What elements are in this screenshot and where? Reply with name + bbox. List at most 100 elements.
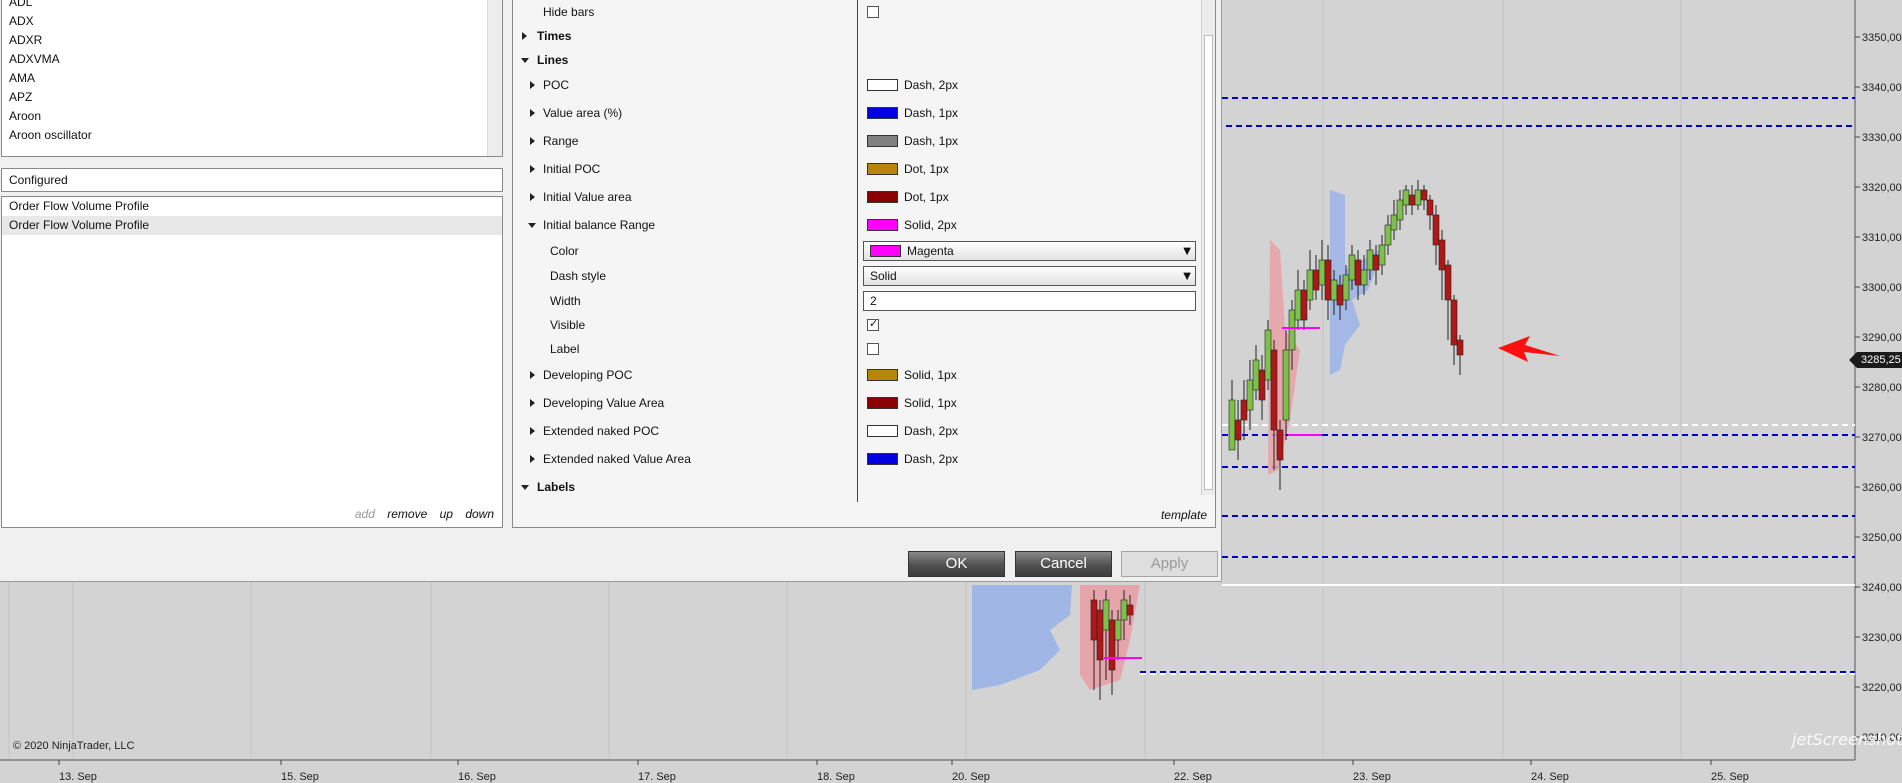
candle-body	[1450, 299, 1458, 346]
prop-row-line[interactable]: Developing POC Solid, 1px	[513, 364, 1203, 386]
expand-arrow-icon[interactable]	[530, 165, 535, 173]
prop-label: Extended naked POC	[543, 424, 660, 438]
prop-category-times[interactable]: Times	[513, 25, 1203, 47]
available-indicators-list[interactable]: ADL ADX ADXR ADXVMA AMA APZ Aroon Aroon …	[1, 0, 503, 157]
cancel-button[interactable]: Cancel	[1015, 551, 1112, 577]
expand-arrow-icon[interactable]	[530, 137, 535, 145]
line-style-value[interactable]: Dash, 2px	[867, 451, 958, 467]
list-item[interactable]: Order Flow Volume Profile	[2, 197, 502, 216]
prop-row-line[interactable]: Initial POC Dot, 1px	[513, 158, 1203, 180]
y-tick-label: 3220,00	[1862, 682, 1902, 694]
properties-scrollbar[interactable]	[1201, 0, 1215, 495]
list-item[interactable]: AMA	[2, 69, 502, 88]
scrollbar-thumb[interactable]	[1204, 35, 1213, 490]
line-style-value[interactable]: Dash, 1px	[867, 133, 958, 149]
expand-arrow-icon[interactable]	[530, 193, 535, 201]
line-style-text: Solid, 1px	[904, 396, 957, 410]
candle-body	[1372, 254, 1380, 271]
prop-row-line[interactable]: Initial balance Range Solid, 2px	[513, 214, 1203, 236]
indicator-list-scrollbar[interactable]	[487, 0, 502, 156]
x-tick-label: 25. Sep	[1711, 771, 1749, 783]
prop-row-line[interactable]: Range Dash, 1px	[513, 130, 1203, 152]
width-input[interactable]: 2	[863, 291, 1196, 311]
list-item-selected[interactable]: Order Flow Volume Profile	[2, 216, 502, 235]
collapse-arrow-icon[interactable]	[521, 58, 529, 63]
category-label: Lines	[537, 53, 569, 67]
color-select[interactable]: Magenta ▼	[863, 241, 1196, 261]
prop-row-line[interactable]: Extended naked Value Area Dash, 2px	[513, 448, 1203, 470]
template-link[interactable]: template	[1161, 508, 1207, 522]
candle-body	[1414, 189, 1422, 206]
candle-body	[1096, 609, 1104, 661]
prop-row-ib-dash[interactable]: Dash style Solid ▼	[513, 265, 1203, 287]
candle-body	[1318, 259, 1326, 286]
apply-button[interactable]: Apply	[1121, 551, 1218, 577]
candle-body	[1378, 244, 1386, 266]
ok-button[interactable]: OK	[908, 551, 1005, 577]
dash-style-select[interactable]: Solid ▼	[863, 266, 1196, 286]
list-item[interactable]: ADX	[2, 12, 502, 31]
volume-profile	[972, 585, 1072, 690]
list-item[interactable]: ADXVMA	[2, 50, 502, 69]
down-link[interactable]: down	[465, 507, 494, 521]
x-tick-label: 20. Sep	[952, 771, 990, 783]
prop-row-ib-color[interactable]: Color Magenta ▼	[513, 240, 1203, 262]
line-style-value[interactable]: Dash, 2px	[867, 77, 958, 93]
list-item[interactable]: Aroon oscillator	[2, 126, 502, 145]
hide-bars-checkbox[interactable]	[867, 6, 879, 18]
prop-row-hide-bars[interactable]: Hide bars	[513, 1, 1203, 23]
candle-body	[1444, 264, 1452, 301]
add-link[interactable]: add	[355, 507, 375, 521]
prop-row-line[interactable]: POC Dash, 2px	[513, 74, 1203, 96]
line-style-value[interactable]: Dot, 1px	[867, 161, 949, 177]
expand-arrow-icon[interactable]	[530, 399, 535, 407]
configured-indicators-list[interactable]: Order Flow Volume Profile Order Flow Vol…	[1, 196, 503, 528]
candle-body	[1228, 399, 1236, 451]
prop-label: Developing POC	[543, 368, 633, 382]
up-link[interactable]: up	[440, 507, 453, 521]
line-style-value[interactable]: Solid, 1px	[867, 367, 957, 383]
color-swatch	[867, 453, 898, 465]
expand-arrow-icon[interactable]	[530, 81, 535, 89]
line-style-value[interactable]: Solid, 1px	[867, 395, 957, 411]
prop-label: Label	[550, 342, 580, 356]
x-tick-label: 24. Sep	[1531, 771, 1569, 783]
line-style-value[interactable]: Dot, 1px	[867, 189, 949, 205]
collapse-arrow-icon[interactable]	[528, 223, 536, 228]
expand-arrow-icon[interactable]	[530, 455, 535, 463]
line-style-value[interactable]: Dash, 2px	[867, 423, 958, 439]
candle-body	[1300, 289, 1308, 321]
candle-body	[1390, 214, 1398, 231]
prop-row-line[interactable]: Developing Value Area Solid, 1px	[513, 392, 1203, 414]
prop-row-line[interactable]: Initial Value area Dot, 1px	[513, 186, 1203, 208]
list-item[interactable]: ADXR	[2, 31, 502, 50]
label-checkbox[interactable]	[867, 343, 879, 355]
expand-arrow-icon[interactable]	[530, 371, 535, 379]
line-style-value[interactable]: Dash, 1px	[867, 105, 958, 121]
expand-arrow-icon[interactable]	[522, 32, 527, 40]
prop-row-line[interactable]: Value area (%) Dash, 1px	[513, 102, 1203, 124]
prop-row-line[interactable]: Extended naked POC Dash, 2px	[513, 420, 1203, 442]
watermark-text: jetScreenshot	[1792, 730, 1902, 749]
remove-link[interactable]: remove	[387, 507, 427, 521]
prop-row-ib-width[interactable]: Width 2	[513, 290, 1203, 312]
line-style-value[interactable]: Solid, 2px	[867, 217, 957, 233]
candle-body	[1282, 349, 1290, 421]
candle-body	[1114, 619, 1122, 641]
candle-body	[1456, 339, 1464, 356]
candle-body	[1330, 279, 1338, 301]
list-item[interactable]: ADL	[2, 0, 502, 12]
expand-arrow-icon[interactable]	[530, 427, 535, 435]
collapse-arrow-icon[interactable]	[521, 485, 529, 490]
y-tick-label: 3290,00	[1862, 332, 1902, 344]
line-style-text: Dot, 1px	[904, 190, 949, 204]
prop-category-lines[interactable]: Lines	[513, 49, 1203, 71]
expand-arrow-icon[interactable]	[530, 109, 535, 117]
prop-row-ib-label[interactable]: Label	[513, 338, 1203, 360]
prop-category-labels[interactable]: Labels	[513, 476, 1203, 498]
list-item[interactable]: APZ	[2, 88, 502, 107]
list-item[interactable]: Aroon	[2, 107, 502, 126]
visible-checkbox[interactable]	[867, 317, 879, 331]
category-label: Labels	[537, 480, 576, 494]
prop-row-ib-visible[interactable]: Visible	[513, 314, 1203, 336]
